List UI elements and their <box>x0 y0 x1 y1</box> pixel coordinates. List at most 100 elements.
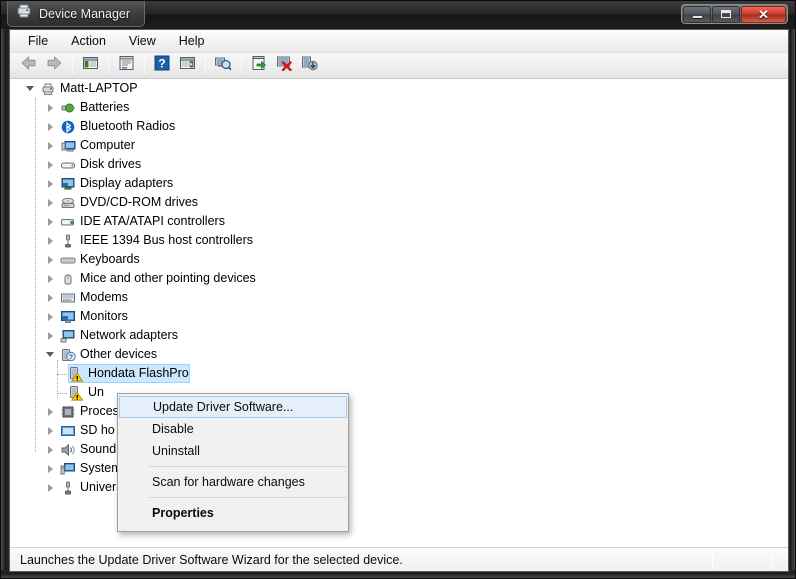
maximize-icon <box>721 10 731 18</box>
battery-icon <box>60 100 76 116</box>
menu-view[interactable]: View <box>119 30 166 52</box>
keyboard-icon <box>60 252 76 268</box>
properties-icon <box>118 55 135 76</box>
expander-icon[interactable] <box>42 212 58 231</box>
tree-item-label: Modems <box>80 290 128 304</box>
device-manager-icon <box>16 3 32 24</box>
title-bar[interactable]: Device Manager ✕ <box>1 1 795 29</box>
back-button[interactable] <box>17 55 41 77</box>
tree-item-modems[interactable]: Modems <box>10 288 788 307</box>
tree-item-label: IDE ATA/ATAPI controllers <box>80 214 225 228</box>
disable-button[interactable] <box>297 55 321 77</box>
expander-icon[interactable] <box>42 250 58 269</box>
context-menu[interactable]: Update Driver Software... Disable Uninst… <box>117 393 349 532</box>
ctx-properties[interactable]: Properties <box>119 502 347 524</box>
tree-item-network-adapters[interactable]: Network adapters <box>10 326 788 345</box>
minimize-button[interactable] <box>683 5 711 23</box>
expander-icon[interactable] <box>42 478 58 497</box>
ctx-scan-for-hardware-changes[interactable]: Scan for hardware changes <box>119 471 347 493</box>
tree-item-label: Disk drives <box>80 157 142 171</box>
expander-icon[interactable] <box>42 193 58 212</box>
tree-item-label: Proces <box>80 404 119 418</box>
computer-icon <box>60 138 76 154</box>
forward-arrow-icon <box>45 55 63 76</box>
ctx-item-label: Update Driver Software... <box>153 400 294 414</box>
window-controls: ✕ <box>681 4 788 24</box>
expander-icon[interactable] <box>42 174 58 193</box>
menu-help[interactable]: Help <box>169 30 215 52</box>
tree-item-monitors[interactable]: Monitors <box>10 307 788 326</box>
properties-button[interactable] <box>114 55 138 77</box>
expander-icon[interactable] <box>42 117 58 136</box>
scan-hardware-changes-button[interactable] <box>211 55 235 77</box>
expander-icon[interactable] <box>42 136 58 155</box>
tree-item-mice-and-other-pointing-devices[interactable]: Mice and other pointing devices <box>10 269 788 288</box>
tree-item-disk-drives[interactable]: Disk drives <box>10 155 788 174</box>
toolbar: ? <box>10 53 788 79</box>
close-button[interactable]: ✕ <box>741 5 786 23</box>
tree-item-label: Bluetooth Radios <box>80 119 176 133</box>
back-arrow-icon <box>20 55 38 76</box>
tree-item-label: Display adapters <box>80 176 174 190</box>
status-bar: Launches the Update Driver Software Wiza… <box>10 547 788 571</box>
tree-item-hondata-flashpro[interactable]: Hondata FlashPro <box>10 364 788 383</box>
expander-icon[interactable] <box>42 440 58 459</box>
update-driver-button[interactable] <box>247 55 271 77</box>
window-frame-left <box>1 1 9 578</box>
show-hide-console-tree-button[interactable] <box>78 55 102 77</box>
help-button[interactable]: ? <box>150 55 174 77</box>
question-mark-icon: ? <box>154 55 170 76</box>
tree-item-batteries[interactable]: Batteries <box>10 98 788 117</box>
menu-bar: File Action View Help <box>10 30 788 53</box>
tree-item-keyboards[interactable]: Keyboards <box>10 250 788 269</box>
expander-icon[interactable] <box>42 307 58 326</box>
ctx-update-driver-software[interactable]: Update Driver Software... <box>119 396 347 418</box>
tree-item-label: Network adapters <box>80 328 178 342</box>
title-tab: Device Manager <box>7 1 146 27</box>
svg-text:?: ? <box>69 354 73 361</box>
expander-icon[interactable] <box>42 98 58 117</box>
status-bar-text: Launches the Update Driver Software Wiza… <box>20 552 403 567</box>
usb-controller-icon <box>60 480 76 496</box>
tree-item-dvd-cd-rom-drives[interactable]: DVD/CD-ROM drives <box>10 193 788 212</box>
sd-host-adapter-icon <box>60 423 76 439</box>
modem-icon <box>60 290 76 306</box>
show-hide-action-pane-button[interactable] <box>175 55 199 77</box>
tree-item-ieee-1394-bus-host-controllers[interactable]: IEEE 1394 Bus host controllers <box>10 231 788 250</box>
expander-icon[interactable] <box>42 231 58 250</box>
expander-icon[interactable] <box>42 459 58 478</box>
tree-item-display-adapters[interactable]: Display adapters <box>10 174 788 193</box>
tree-item-label: DVD/CD-ROM drives <box>80 195 199 209</box>
expander-icon[interactable] <box>42 269 58 288</box>
system-devices-icon <box>60 461 76 477</box>
tree-item-other-devices[interactable]: ? Other devices <box>10 345 788 364</box>
menu-file[interactable]: File <box>18 30 58 52</box>
expander-icon[interactable] <box>42 326 58 345</box>
forward-button[interactable] <box>42 55 66 77</box>
tree-item-computer[interactable]: Computer <box>10 136 788 155</box>
disk-drive-icon <box>60 157 76 173</box>
ctx-item-label: Disable <box>152 422 194 436</box>
root-expander-icon[interactable] <box>22 79 38 98</box>
uninstall-button[interactable] <box>272 55 296 77</box>
svg-text:?: ? <box>158 56 165 70</box>
expander-icon[interactable] <box>42 421 58 440</box>
ctx-uninstall[interactable]: Uninstall <box>119 440 347 462</box>
expander-icon[interactable] <box>42 288 58 307</box>
tree-item-bluetooth-radios[interactable]: Bluetooth Radios <box>10 117 788 136</box>
expander-icon[interactable] <box>42 345 58 364</box>
ctx-disable[interactable]: Disable <box>119 418 347 440</box>
expander-icon[interactable] <box>42 155 58 174</box>
toolbar-separator-3 <box>144 57 145 74</box>
console-tree-icon <box>82 55 99 76</box>
toolbar-separator-2 <box>108 57 109 74</box>
tree-item-ide-ata-atapi-controllers[interactable]: IDE ATA/ATAPI controllers <box>10 212 788 231</box>
tree-item-label: Monitors <box>80 309 128 323</box>
status-pane-divider-2 <box>771 550 772 569</box>
display-adapter-icon <box>60 176 76 192</box>
maximize-button[interactable] <box>712 5 740 23</box>
menu-action[interactable]: Action <box>61 30 116 52</box>
tree-item-root[interactable]: Matt-LAPTOP <box>10 79 788 98</box>
expander-icon[interactable] <box>42 402 58 421</box>
close-icon: ✕ <box>758 6 769 22</box>
